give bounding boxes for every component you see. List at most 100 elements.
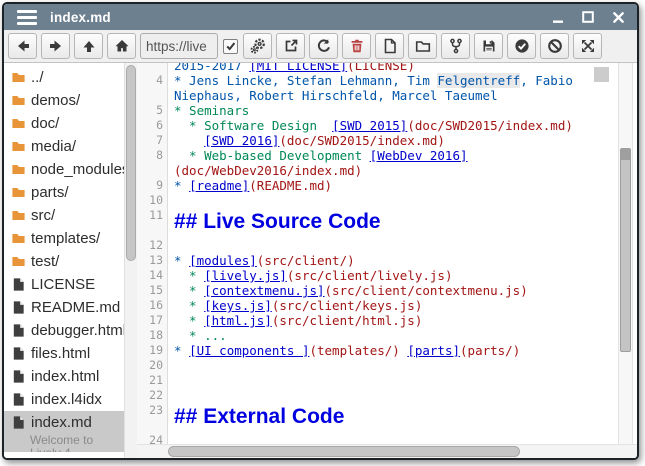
external-link-button[interactable] (276, 33, 305, 59)
editor-line[interactable]: 21 (137, 373, 622, 388)
editor-line[interactable]: 6 * Software Design [SWD 2015](doc/SWD20… (137, 118, 622, 133)
editor-line[interactable]: 13* [modules](src/client/) (137, 253, 622, 268)
sidebar-item-LICENSE[interactable]: LICENSE (4, 273, 124, 296)
sidebar-item-..[interactable]: ../ (4, 66, 124, 89)
sidebar-item-demos[interactable]: demos/ (4, 89, 124, 112)
line-number: 13 (137, 253, 163, 268)
editor-line[interactable]: 17 * [html.js](src/client/html.js) (137, 313, 622, 328)
sidebar-item-index.html[interactable]: index.html (4, 365, 124, 388)
maximize-icon (581, 10, 595, 24)
sidebar-item-src[interactable]: src/ (4, 204, 124, 227)
editor-line[interactable]: 5* Seminars (137, 103, 622, 118)
folder-icon (11, 116, 26, 131)
delete-button[interactable] (342, 33, 371, 59)
back-button[interactable] (8, 33, 37, 59)
editor-line[interactable]: 10 (137, 193, 622, 208)
line-text: (doc/WebDev2016/index.md) (163, 163, 362, 178)
file-icon (11, 392, 26, 407)
sidebar-scrollbar-thumb[interactable] (126, 65, 136, 261)
line-text: * Web-based Development [WebDev 2016] (163, 148, 468, 163)
editor-line[interactable]: 4* Jens Lincke, Stefan Lehmann, Tim Felg… (137, 73, 622, 88)
editor-line[interactable]: 18 * ... (137, 328, 622, 343)
editor-line[interactable]: 20 (137, 358, 622, 373)
fullscreen-button[interactable] (573, 33, 602, 59)
editor-line[interactable]: 11## Live Source Code (137, 208, 622, 238)
sidebar-item-index.md[interactable]: index.md (4, 411, 124, 434)
line-number: 9 (137, 178, 163, 193)
new-file-button[interactable] (375, 33, 404, 59)
editor-vertical-scrollbar-thumb[interactable] (620, 148, 631, 352)
editor-line[interactable]: (doc/WebDev2016/index.md) (137, 163, 622, 178)
line-text: * [keys.js](src/client/keys.js) (163, 298, 422, 313)
sidebar-item-test[interactable]: test/ (4, 250, 124, 273)
line-number: 10 (137, 193, 163, 208)
file-label: index.html (31, 368, 99, 385)
url-input[interactable] (140, 33, 218, 59)
editor-line[interactable]: 7 [SWD 2016](doc/SWD2015/index.md) (137, 133, 622, 148)
file-icon (11, 277, 26, 292)
line-text: * Seminars (163, 103, 249, 118)
up-button[interactable] (74, 33, 103, 59)
folder-icon (11, 139, 26, 154)
line-number: 17 (137, 313, 163, 328)
line-number: 21 (137, 373, 163, 388)
sidebar-item-parts[interactable]: parts/ (4, 181, 124, 204)
editor-content[interactable]: 2015-2017 [MIT LICENSE](LICENSE)4* Jens … (137, 63, 622, 458)
editor-vertical-scrollbar[interactable] (618, 63, 633, 444)
folder-icon (11, 208, 26, 223)
menu-icon[interactable] (17, 10, 37, 25)
editor-line[interactable]: 16 * [keys.js](src/client/keys.js) (137, 298, 622, 313)
external-link-icon (283, 38, 299, 54)
editor-line[interactable]: 12 (137, 238, 622, 253)
sidebar-item-files.html[interactable]: files.html (4, 342, 124, 365)
url-checkbox[interactable] (223, 39, 238, 54)
editor-line[interactable]: 15 * [contextmenu.js](src/client/context… (137, 283, 622, 298)
cancel-button[interactable] (540, 33, 569, 59)
line-number: 16 (137, 298, 163, 313)
sidebar-scrollbar[interactable] (124, 63, 137, 458)
line-text: * [UI components ](templates/) [parts](p… (163, 343, 520, 358)
folder-icon (11, 162, 26, 177)
settings-button[interactable] (243, 33, 272, 59)
sidebar-item-templates[interactable]: templates/ (4, 227, 124, 250)
maximize-button[interactable] (581, 10, 595, 24)
file-icon (11, 369, 26, 384)
sidebar-item-README.md[interactable]: README.md (4, 296, 124, 319)
editor-line[interactable]: 2015-2017 [MIT LICENSE](LICENSE) (137, 63, 622, 73)
line-number: 19 (137, 343, 163, 358)
line-number: 5 (137, 103, 163, 118)
markdown-editor[interactable]: 2015-2017 [MIT LICENSE](LICENSE)4* Jens … (137, 63, 637, 458)
sidebar-item-debugger.html[interactable]: debugger.html (4, 319, 124, 342)
home-button[interactable] (107, 33, 136, 59)
editor-horizontal-scrollbar-thumb[interactable] (168, 446, 520, 457)
editor-line[interactable]: 23## External Code (137, 403, 622, 433)
new-folder-button[interactable] (408, 33, 437, 59)
accept-button[interactable] (507, 33, 536, 59)
line-text: ## Live Source Code (163, 208, 381, 236)
sidebar-item-index.l4idx[interactable]: index.l4idx (4, 388, 124, 411)
editor-line[interactable]: 9* [readme](README.md) (137, 178, 622, 193)
editor-line[interactable]: 19* [UI components ](templates/) [parts]… (137, 343, 622, 358)
home-icon (114, 38, 130, 54)
sidebar-item-media[interactable]: media/ (4, 135, 124, 158)
versions-button[interactable] (441, 33, 470, 59)
line-text: * [contextmenu.js](src/client/contextmen… (163, 283, 528, 298)
file-label: LICENSE (31, 276, 95, 293)
minimize-button[interactable] (551, 10, 565, 24)
sidebar-item-nodemodules[interactable]: node_modules/ (4, 158, 124, 181)
save-button[interactable] (474, 33, 503, 59)
editor-horizontal-scrollbar[interactable] (137, 444, 637, 458)
forward-button[interactable] (41, 33, 70, 59)
refresh-button[interactable] (309, 33, 338, 59)
editor-line[interactable]: 8 * Web-based Development [WebDev 2016] (137, 148, 622, 163)
line-number: 8 (137, 148, 163, 163)
sidebar-item-doc[interactable]: doc/ (4, 112, 124, 135)
close-button[interactable] (611, 10, 625, 24)
editor-line[interactable]: 22 (137, 388, 622, 403)
editor-line[interactable]: 14 * [lively.js](src/client/lively.js) (137, 268, 622, 283)
app-window: index.md ../demos/doc/media/node_modules… (2, 2, 639, 460)
editor-line[interactable]: Niephaus, Robert Hirschfeld, Marcel Taeu… (137, 88, 622, 103)
line-number: 22 (137, 388, 163, 403)
file-list: ../demos/doc/media/node_modules/parts/sr… (4, 66, 124, 452)
check-icon (225, 40, 237, 52)
